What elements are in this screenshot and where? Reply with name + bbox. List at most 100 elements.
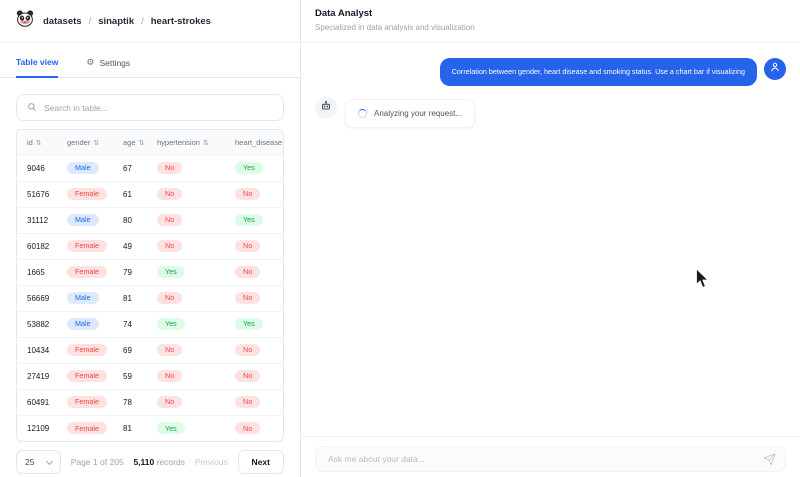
hypertension-pill: No [157, 343, 183, 357]
gender-pill: Female [67, 239, 107, 253]
column-header-hypertension[interactable]: hypertension ⇅ [147, 130, 225, 155]
cell-age: 78 [113, 388, 147, 415]
hypertension-pill: No [157, 161, 183, 175]
heart-disease-pill: No [235, 265, 261, 279]
tab-table-view[interactable]: Table view [16, 57, 59, 78]
chevron-down-icon [45, 457, 54, 465]
cell-id: 60182 [17, 232, 57, 259]
heart-disease-pill: No [235, 395, 261, 409]
gender-pill: Female [67, 395, 107, 409]
heart-disease-pill: Yes [235, 213, 263, 227]
cell-id: 12109 [17, 414, 57, 441]
cell-id: 10434 [17, 336, 57, 363]
breadcrumb-item-sinaptik[interactable]: sinaptik [98, 16, 134, 27]
sort-icon: ⇅ [202, 138, 209, 147]
table-row: 51676 Female 61 No No [17, 180, 283, 207]
cell-id: 9046 [17, 154, 57, 181]
table-header-row: id ⇅ gender ⇅ age ⇅ hypertension ⇅ heart_dis… [17, 130, 283, 155]
hypertension-pill: No [157, 187, 183, 201]
heart-disease-pill: No [235, 343, 261, 357]
gender-pill: Female [67, 265, 107, 279]
hypertension-pill: No [157, 291, 183, 305]
chat-input-bar [301, 436, 800, 477]
table-row: 10434 Female 69 No No [17, 336, 283, 363]
cell-age: 74 [113, 310, 147, 337]
cell-age: 81 [113, 414, 147, 441]
pagination-bar: 25 Page 1 of 205 5,110 records Previous … [16, 450, 284, 474]
cell-age: 79 [113, 258, 147, 285]
cell-id: 53882 [17, 310, 57, 337]
assistant-avatar [315, 97, 337, 119]
heart-disease-pill: No [235, 239, 261, 253]
hypertension-pill: Yes [157, 265, 185, 279]
cell-id: 56669 [17, 284, 57, 311]
cell-id: 1665 [17, 258, 57, 285]
heart-disease-pill: No [235, 369, 261, 383]
table-row: 56669 Male 81 No No [17, 284, 283, 311]
send-button[interactable] [763, 453, 776, 469]
cell-age: 59 [113, 362, 147, 389]
tab-bar: Table view ⚙ Settings [0, 43, 300, 78]
search-icon [27, 99, 37, 117]
assistant-message-row: Analyzing your request... [315, 97, 786, 128]
send-icon [763, 453, 776, 469]
hypertension-pill: Yes [157, 422, 185, 435]
column-header-heart-disease[interactable]: heart_disease⇅ [225, 130, 283, 155]
table-search [16, 94, 284, 121]
breadcrumb-item-datasets[interactable]: datasets [43, 16, 82, 27]
table-row: 31112 Male 80 No Yes [17, 206, 283, 233]
assistant-subtitle: Specialized in data analysis and visuali… [315, 23, 475, 32]
sort-icon: ⇅ [93, 138, 100, 147]
heart-disease-pill: Yes [235, 317, 263, 331]
breadcrumb-separator: / [88, 15, 92, 27]
hypertension-pill: Yes [157, 317, 185, 331]
breadcrumb: datasets / sinaptik / heart-strokes [43, 16, 211, 27]
chat-input-box [315, 446, 786, 472]
breadcrumb-item-heart-strokes[interactable]: heart-strokes [151, 16, 211, 27]
table-row: 1665 Female 79 Yes No [17, 258, 283, 285]
sort-icon: ⇅ [35, 138, 42, 147]
dataset-header: datasets / sinaptik / heart-strokes [0, 0, 300, 43]
table-row: 60182 Female 49 No No [17, 232, 283, 259]
breadcrumb-separator: / [141, 15, 144, 27]
previous-button[interactable]: Previous [195, 457, 228, 467]
heart-disease-pill: Yes [235, 161, 263, 175]
cell-id: 60491 [17, 388, 57, 415]
chat-input[interactable] [328, 454, 755, 464]
next-button[interactable]: Next [237, 450, 284, 474]
heart-disease-pill: No [235, 291, 261, 305]
user-avatar [764, 58, 786, 80]
hypertension-pill: No [157, 369, 183, 383]
data-table: id ⇅ gender ⇅ age ⇅ hypertension ⇅ heart_dis… [17, 130, 283, 441]
heart-disease-pill: No [235, 187, 261, 201]
user-message-row: Correlation between gender, heart diseas… [315, 58, 786, 86]
hypertension-pill: No [157, 213, 183, 227]
user-message-bubble: Correlation between gender, heart diseas… [439, 58, 757, 86]
person-icon [769, 60, 781, 78]
page-size-select[interactable]: 25 [16, 450, 61, 474]
gender-pill: Male [67, 213, 99, 227]
table-row: 53882 Male 74 Yes Yes [17, 310, 283, 337]
cell-id: 31112 [17, 206, 57, 233]
cell-age: 61 [113, 180, 147, 207]
gender-pill: Male [67, 291, 99, 305]
panda-logo-icon [16, 10, 34, 32]
column-header-id[interactable]: id ⇅ [17, 130, 57, 155]
sort-icon: ⇅ [138, 138, 145, 147]
chat-messages: Correlation between gender, heart diseas… [301, 43, 800, 128]
robot-icon [320, 99, 332, 117]
column-header-age[interactable]: age ⇅ [113, 130, 147, 155]
gender-pill: Female [67, 343, 107, 357]
table-row: 12109 Female 81 Yes No [17, 414, 283, 441]
heart-disease-pill: No [235, 422, 261, 435]
cell-id: 51676 [17, 180, 57, 207]
cell-age: 67 [113, 154, 147, 181]
table-row: 9046 Male 67 No Yes [17, 154, 283, 181]
tab-settings-label: Settings [99, 57, 131, 68]
column-header-gender[interactable]: gender ⇅ [57, 130, 113, 155]
search-input[interactable] [44, 102, 273, 113]
table-row: 60491 Female 78 No No [17, 388, 283, 415]
table-body: 9046 Male 67 No Yes 51676 Female 61 No N… [17, 154, 283, 441]
tab-settings[interactable]: ⚙ Settings [86, 57, 130, 77]
cell-id: 27419 [17, 362, 57, 389]
